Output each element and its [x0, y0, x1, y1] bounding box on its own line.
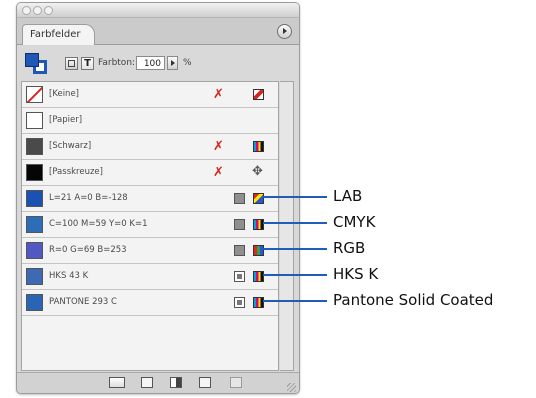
swatch-name: HKS 43 K	[49, 271, 89, 281]
tab-strip: Farbfelder	[17, 18, 299, 45]
callout-line	[263, 248, 327, 250]
callout-line	[263, 196, 327, 198]
swatch-row[interactable]: [Passkreuze] ✗ ✥	[22, 160, 278, 186]
callout-line	[263, 222, 327, 224]
cmyk-mode-icon	[253, 297, 264, 308]
tab-farbfelder[interactable]: Farbfelder	[22, 24, 96, 45]
callout-line	[263, 300, 327, 302]
minimize-window-button[interactable]	[33, 6, 42, 15]
swatch-row[interactable]: L=21 A=0 B=-128	[22, 186, 278, 212]
title-bar[interactable]	[17, 3, 299, 18]
swatch-name: L=21 A=0 B=-128	[49, 193, 128, 203]
close-window-button[interactable]	[22, 6, 31, 15]
cmyk-mode-icon	[253, 271, 264, 282]
no-edit-icon: ✗	[213, 87, 224, 102]
resize-grip-icon[interactable]	[287, 383, 296, 392]
swatch-row[interactable]: C=100 M=59 Y=0 K=1	[22, 212, 278, 238]
callout-label: HKS K	[333, 265, 379, 283]
panel-bottom-bar	[17, 372, 299, 393]
new-swatch-button[interactable]	[199, 377, 211, 388]
swatch-color-chip	[26, 268, 43, 285]
swatch-name: [Passkreuze]	[49, 167, 103, 177]
zoom-window-button[interactable]	[44, 6, 53, 15]
swatch-color-chip	[26, 164, 43, 181]
tint-input[interactable]: 100	[136, 56, 165, 70]
panel-menu-button[interactable]	[277, 24, 292, 39]
swatch-row[interactable]: [Schwarz] ✗	[22, 134, 278, 160]
fill-stroke-icon[interactable]	[25, 53, 49, 75]
spot-color-icon	[234, 297, 245, 308]
swatch-color-chip	[26, 86, 43, 103]
tint-unit: %	[183, 58, 192, 68]
process-color-icon	[234, 245, 245, 256]
swatch-color-chip	[26, 216, 43, 233]
show-gradient-swatches-button[interactable]	[170, 377, 182, 388]
no-edit-icon: ✗	[213, 139, 224, 154]
swatch-name: R=0 G=69 B=253	[49, 245, 127, 255]
tint-popup-arrow[interactable]	[167, 56, 178, 70]
rgb-mode-icon	[253, 245, 264, 256]
swatch-name: [Schwarz]	[49, 141, 92, 151]
swatch-color-chip	[26, 138, 43, 155]
delete-swatch-button[interactable]	[230, 377, 242, 388]
callout-label: Pantone Solid Coated	[333, 291, 494, 309]
swatch-row[interactable]: PANTONE 293 C	[22, 290, 278, 316]
swatch-color-chip	[26, 294, 43, 311]
none-mode-icon	[253, 89, 264, 100]
show-all-swatches-button[interactable]	[109, 377, 125, 388]
callout-label: CMYK	[333, 213, 376, 231]
process-color-icon	[234, 219, 245, 230]
cmyk-mode-icon	[253, 219, 264, 230]
callout-label: LAB	[333, 187, 363, 205]
tint-label: Farbton:	[98, 58, 136, 68]
swatch-row[interactable]: [Papier]	[22, 108, 278, 134]
swatch-list: [Keine] ✗ [Papier] [Schwarz] ✗ [Passkreuze] ✗ ✥…	[21, 81, 279, 371]
swatch-name: [Keine]	[49, 89, 79, 99]
registration-icon: ✥	[252, 164, 263, 179]
swatch-toolbar: T Farbton: 100 %	[17, 45, 299, 81]
formatting-container-button[interactable]	[65, 57, 78, 70]
no-edit-icon: ✗	[213, 165, 224, 180]
formatting-text-button[interactable]: T	[81, 57, 94, 70]
swatch-color-chip	[26, 190, 43, 207]
show-color-swatches-button[interactable]	[141, 377, 153, 388]
cmyk-mode-icon	[253, 141, 264, 152]
swatch-color-chip	[26, 242, 43, 259]
vertical-scrollbar[interactable]	[280, 81, 294, 371]
callout-line	[263, 274, 327, 276]
swatch-name: PANTONE 293 C	[49, 297, 117, 307]
swatch-row[interactable]: [Keine] ✗	[22, 82, 278, 108]
swatches-panel: Farbfelder T Farbton: 100 % [Keine] ✗ [Pap…	[16, 2, 300, 394]
lab-mode-icon	[253, 193, 264, 204]
swatch-name: C=100 M=59 Y=0 K=1	[49, 219, 148, 229]
swatch-name: [Papier]	[49, 115, 83, 125]
process-color-icon	[234, 193, 245, 204]
fill-swatch-icon[interactable]	[25, 53, 39, 67]
swatch-row[interactable]: R=0 G=69 B=253	[22, 238, 278, 264]
spot-color-icon	[234, 271, 245, 282]
swatch-row[interactable]: HKS 43 K	[22, 264, 278, 290]
swatch-color-chip	[26, 112, 43, 129]
callout-label: RGB	[333, 239, 366, 257]
